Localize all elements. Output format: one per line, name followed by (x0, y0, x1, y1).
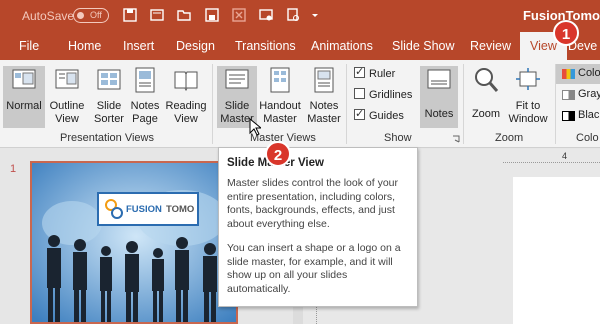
tooltip-description: Master slides control the look of your e… (227, 177, 398, 230)
save-as-icon[interactable] (204, 7, 220, 23)
show-group-label: Show (384, 132, 412, 144)
checkbox-unchecked (354, 88, 365, 99)
grayscale-label[interactable]: Gray (578, 88, 600, 100)
tab-slide-show[interactable]: Slide Show (392, 39, 455, 53)
slide-sorter-button[interactable]: Slide Sorter (90, 66, 128, 126)
ribbon: Normal Outline View Slide Sorter Notes P… (0, 60, 600, 148)
notes-master-button[interactable]: Notes Master (305, 66, 343, 126)
magnifier-icon (475, 68, 499, 92)
notes-icon (427, 69, 451, 89)
notes-page-button[interactable]: Notes Page (128, 66, 162, 126)
present-icon[interactable] (258, 7, 274, 23)
tooltip-title: Slide Master View (227, 157, 324, 169)
normal-view-button[interactable]: Normal (3, 66, 45, 128)
slide-canvas[interactable] (513, 177, 600, 324)
notes-master-icon (314, 67, 334, 93)
black-white-label[interactable]: Blac (578, 109, 599, 121)
handout-master-label: Handout Master (259, 100, 301, 125)
grayscale-swatch-icon (562, 90, 575, 100)
black-white-swatch-icon (562, 111, 575, 121)
horizontal-ruler (503, 153, 600, 163)
ribbon-tabs: File Home Insert Design Transitions Anim… (0, 32, 600, 60)
customize-toolbar-icon[interactable] (310, 10, 320, 20)
ruler-marker: 4 (562, 151, 568, 161)
new-slide-icon[interactable] (149, 7, 165, 23)
notes-master-label: Notes Master (307, 100, 341, 125)
reading-view-label: Reading View (165, 100, 207, 125)
print-preview-icon[interactable] (285, 7, 301, 23)
slide-sorter-icon (97, 69, 121, 90)
group-separator (346, 64, 347, 144)
presentation-views-label: Presentation Views (60, 132, 154, 144)
normal-view-label: Normal (6, 100, 42, 112)
tab-transitions[interactable]: Transitions (235, 39, 296, 53)
group-separator (212, 64, 213, 144)
zoom-label: Zoom (471, 108, 501, 120)
notes-label: Notes (424, 108, 454, 120)
open-folder-icon[interactable] (176, 7, 192, 23)
color-swatch-icon (562, 69, 575, 79)
mouse-cursor-icon (249, 118, 261, 136)
outline-view-label: Outline View (49, 100, 85, 125)
gridlines-label: Gridlines (369, 89, 413, 101)
dialog-launcher-icon[interactable] (452, 135, 460, 143)
outline-view-button[interactable]: Outline View (46, 66, 88, 126)
color-label: Colo (578, 67, 600, 79)
ruler-checkbox[interactable]: Ruler (354, 65, 396, 80)
gridlines-checkbox[interactable]: Gridlines (354, 88, 412, 101)
handout-master-icon (270, 67, 290, 93)
reading-view-button[interactable]: Reading View (165, 66, 207, 126)
autosave-toggle[interactable]: Off (73, 8, 109, 23)
group-separator (463, 64, 464, 144)
zoom-group-label: Zoom (495, 132, 524, 144)
normal-view-icon (12, 69, 36, 89)
fit-to-window-label: Fit to Window (508, 100, 548, 125)
slide-number: 1 (10, 163, 17, 175)
tab-review[interactable]: Review (470, 39, 511, 53)
handout-master-button[interactable]: Handout Master (257, 66, 303, 126)
checkbox-checked (354, 107, 365, 120)
guides-label: Guides (369, 110, 404, 122)
title-bar: AutoSave Off FusionTomo (0, 0, 600, 32)
slide-master-icon (225, 69, 249, 89)
autosave-label: AutoSave (22, 9, 75, 23)
save-icon[interactable] (122, 7, 138, 23)
slide-sorter-label: Slide Sorter (94, 100, 124, 125)
tab-insert[interactable]: Insert (123, 39, 154, 53)
vertical-ruler (316, 304, 326, 324)
zoom-button[interactable]: Zoom (467, 66, 505, 121)
notes-page-label: Notes Page (130, 100, 160, 125)
tab-animations[interactable]: Animations (311, 39, 373, 53)
checkbox-checked (354, 65, 365, 78)
business-team-illustration (32, 163, 236, 322)
guides-checkbox[interactable]: Guides (354, 107, 404, 122)
logo-text-fusion: FUSION (126, 204, 162, 215)
slide-master-tooltip: Slide Master View Master slides control … (218, 147, 418, 307)
fit-to-window-button[interactable]: Fit to Window (505, 66, 551, 126)
color-group-label: Colo (576, 132, 599, 144)
step-badge-1: 1 (553, 20, 579, 46)
fit-window-icon (516, 68, 540, 90)
notes-button[interactable]: Notes (420, 66, 458, 128)
step-badge-2: 2 (265, 141, 291, 167)
close-file-icon[interactable] (231, 7, 247, 23)
notes-page-icon (135, 67, 155, 93)
logo-text-tomo: TOMO (166, 204, 195, 215)
outline-view-icon (55, 69, 79, 89)
tooltip-tip: You can insert a shape or a logo on a sl… (227, 242, 401, 295)
reading-view-icon (174, 71, 198, 92)
ruler-label: Ruler (369, 68, 396, 80)
tab-design[interactable]: Design (176, 39, 215, 53)
slide-thumbnail[interactable]: FUSION TOMO (30, 161, 238, 324)
tab-home[interactable]: Home (68, 39, 101, 53)
tab-file[interactable]: File (19, 39, 39, 53)
